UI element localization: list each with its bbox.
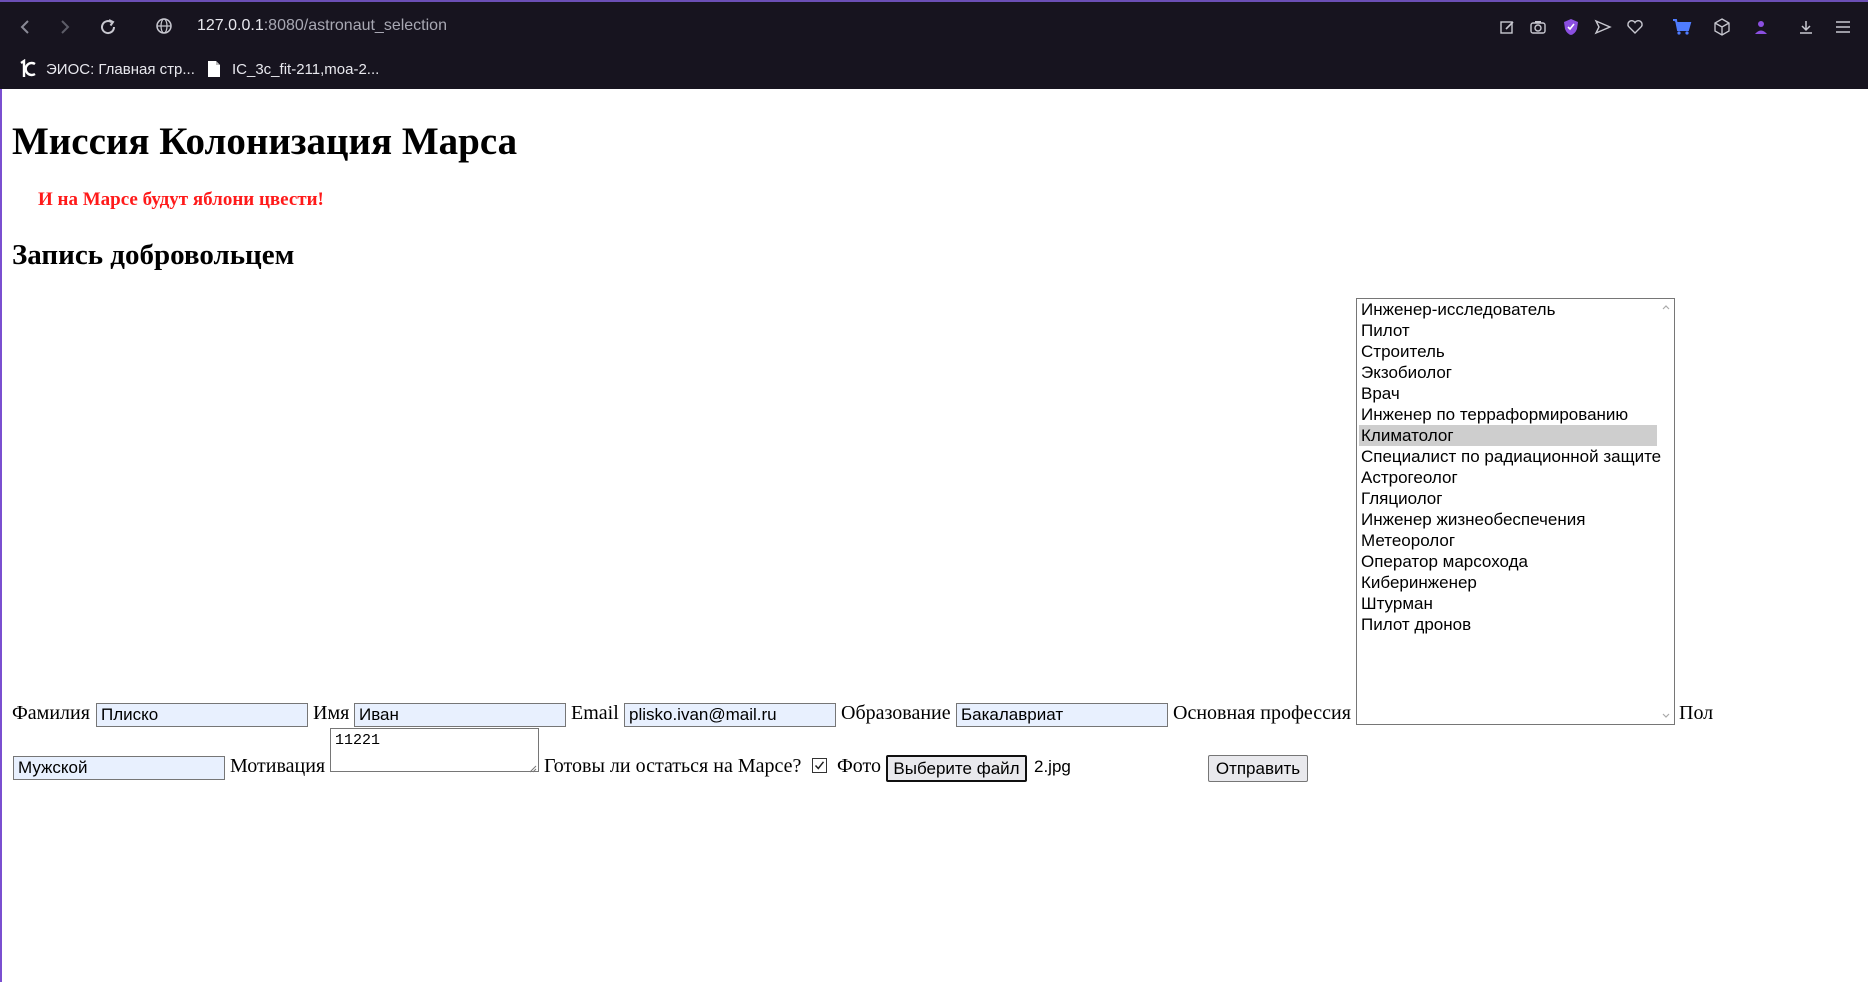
gender-input[interactable]: Мужской [13,756,225,780]
page-content: Миссия Колонизация Марса И на Марсе буду… [0,89,1868,982]
menu-icon[interactable] [1832,16,1854,38]
bookmark-ic3c[interactable]: IC_3c_fit-211,moa-2... [204,57,379,81]
profession-option[interactable]: Штурман [1359,593,1657,614]
motivation-label: Мотивация [230,755,326,777]
profession-option[interactable]: Инженер по терраформированию [1359,404,1657,425]
forward-icon[interactable] [52,14,78,40]
profession-option[interactable]: Пилот [1359,320,1657,341]
profession-option[interactable]: Оператор марсохода [1359,551,1657,572]
education-input[interactable]: Бакалавриат [956,703,1168,727]
profile-icon[interactable] [1750,16,1772,38]
profession-option[interactable]: Киберинженер [1359,572,1657,593]
address-bar[interactable]: 127.0.0.1:8080/astronaut_selection [197,17,447,35]
education-label: Образование [841,702,951,724]
document-icon [204,59,224,79]
email-label: Email [571,702,619,724]
checkmark-icon [814,761,825,770]
bookmark-label: IC_3c_fit-211,moa-2... [232,60,380,78]
email-input[interactable]: plisko.ivan@mail.ru [624,703,836,727]
stay-on-mars-checkbox[interactable] [812,758,827,773]
motivation-textarea[interactable]: 11221 [330,728,539,773]
profession-option[interactable]: Экзобиолог [1359,362,1657,383]
profession-option[interactable]: Гляциолог [1359,488,1657,509]
heart-icon[interactable] [1624,16,1646,38]
url-host: 127.0.0.1 [197,17,264,34]
profession-option[interactable]: Инженер-исследователь [1359,299,1657,320]
name-label: Имя [313,702,350,724]
stay-on-mars-label: Готовы ли остаться на Марсе? [544,755,802,777]
profession-option-selected[interactable]: Климатолог [1359,425,1657,446]
profession-select[interactable]: Инженер-исследователь Пилот Строитель Эк… [1356,298,1675,725]
edit-icon[interactable] [1496,16,1518,38]
slogan-text: И на Марсе будут яблони цвести! [38,189,324,210]
send-icon[interactable] [1592,16,1614,38]
scroll-up-icon[interactable] [1660,301,1672,313]
shield-icon[interactable] [1560,16,1582,38]
reload-icon[interactable] [95,14,121,40]
profession-option[interactable]: Пилот дронов [1359,614,1657,635]
browser-chrome: 127.0.0.1:8080/astronaut_selection ЭИОС:… [0,0,1868,89]
back-icon[interactable] [12,14,38,40]
choose-file-button[interactable]: Выберите файл [886,755,1027,782]
profession-option[interactable]: Специалист по радиационной защите [1359,446,1661,467]
profession-option[interactable]: Астрогеолог [1359,467,1657,488]
globe-icon [155,17,175,37]
name-input[interactable]: Иван [354,703,566,727]
bookmark-eios[interactable]: ЭИОС: Главная стр... [18,57,195,81]
eios-logo-icon [18,59,38,79]
gender-label: Пол [1679,702,1714,724]
profession-option[interactable]: Метеоролог [1359,530,1657,551]
cube-icon[interactable] [1711,16,1733,38]
surname-input[interactable]: Плиско [96,703,308,727]
file-name: 2.jpg [1034,757,1071,776]
download-icon[interactable] [1795,16,1817,38]
profession-option[interactable]: Врач [1359,383,1657,404]
photo-label: Фото [837,755,882,777]
scroll-down-icon[interactable] [1660,710,1672,722]
submit-button[interactable]: Отправить [1208,755,1308,782]
camera-icon[interactable] [1527,16,1549,38]
form-heading: Запись добровольцем [12,239,295,271]
profession-option[interactable]: Инженер жизнеобеспечения [1359,509,1657,530]
surname-label: Фамилия [12,702,90,724]
resize-grip-icon[interactable] [528,761,537,773]
url-path: :8080/astronaut_selection [263,17,447,34]
cart-icon[interactable] [1671,16,1693,38]
profession-label: Основная профессия [1173,702,1351,724]
bookmark-label: ЭИОС: Главная стр... [46,60,195,78]
motivation-text: 11221 [335,732,381,749]
page-title: Миссия Колонизация Марса [12,120,518,163]
profession-option[interactable]: Строитель [1359,341,1657,362]
